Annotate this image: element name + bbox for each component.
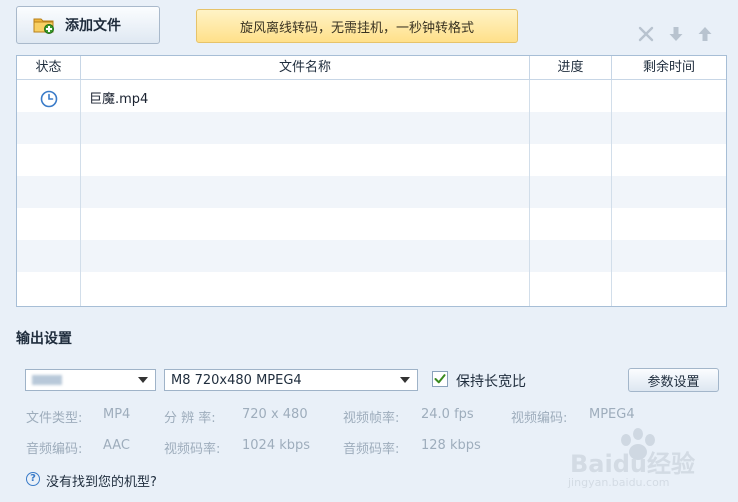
add-file-button[interactable]: 添加文件 [16, 6, 160, 44]
video-bitrate-value: 1024 kbps [242, 438, 311, 453]
chevron-down-icon [138, 377, 148, 383]
framerate-label: 视频帧率: [343, 411, 400, 426]
video-bitrate-label: 视频码率: [164, 442, 221, 457]
resolution-value: 720 x 480 [242, 407, 308, 422]
table-row [17, 144, 726, 176]
table-header: 状态 文件名称 进度 剩余时间 [17, 56, 726, 80]
add-file-label: 添加文件 [65, 18, 121, 34]
checkmark-icon [434, 374, 446, 384]
output-settings-title: 输出设置 [16, 331, 72, 347]
video-codec-label: 视频编码: [511, 411, 568, 426]
column-header-filename[interactable]: 文件名称 [81, 56, 530, 80]
help-icon[interactable]: ? [26, 472, 40, 486]
audio-bitrate-value: 128 kbps [421, 438, 481, 453]
column-header-progress[interactable]: 进度 [530, 56, 612, 80]
column-divider [529, 80, 530, 306]
arrow-up-icon[interactable] [695, 24, 715, 44]
audio-codec-label: 音频编码: [26, 442, 83, 457]
audio-bitrate-label: 音频码率: [343, 442, 400, 457]
keep-ratio-label[interactable]: 保持长宽比 [456, 371, 526, 391]
keep-ratio-checkbox[interactable] [432, 371, 448, 387]
device-select[interactable] [25, 369, 156, 391]
file-table: 状态 文件名称 进度 剩余时间 巨魔.mp4 [16, 55, 727, 307]
column-divider [611, 80, 612, 306]
column-header-status[interactable]: 状态 [17, 56, 81, 80]
framerate-value: 24.0 fps [421, 407, 474, 422]
clock-icon [40, 90, 58, 108]
folder-add-icon [33, 16, 55, 34]
column-divider [80, 80, 81, 306]
table-row [17, 240, 726, 272]
promo-banner[interactable]: 旋风离线转码，无需挂机，一秒钟转格式 [196, 9, 518, 43]
baidu-watermark: Baidu经验 jingyan.baidu.com [566, 422, 726, 492]
params-button[interactable]: 参数设置 [628, 368, 719, 392]
profile-select-value: M8 720x480 MPEG4 [171, 372, 302, 388]
table-row [17, 272, 726, 304]
column-header-remaining[interactable]: 剩余时间 [612, 56, 726, 80]
video-codec-value: MPEG4 [589, 407, 635, 422]
close-icon[interactable] [636, 24, 656, 44]
device-brand-blurred [32, 375, 62, 385]
file-type-label: 文件类型: [26, 411, 83, 426]
device-not-found-link[interactable]: 没有找到您的机型? [46, 471, 157, 490]
audio-codec-value: AAC [103, 438, 130, 453]
arrow-down-icon[interactable] [666, 24, 686, 44]
watermark-url: jingyan.baidu.com [568, 476, 670, 489]
table-row [17, 112, 726, 144]
resolution-label: 分 辨 率: [164, 411, 216, 426]
file-type-value: MP4 [103, 407, 131, 422]
profile-select[interactable]: M8 720x480 MPEG4 [164, 369, 418, 391]
table-row [17, 208, 726, 240]
table-row [17, 176, 726, 208]
chevron-down-icon [400, 377, 410, 383]
watermark-brand: Baidu经验 [570, 450, 695, 478]
file-name-cell: 巨魔.mp4 [89, 92, 149, 107]
